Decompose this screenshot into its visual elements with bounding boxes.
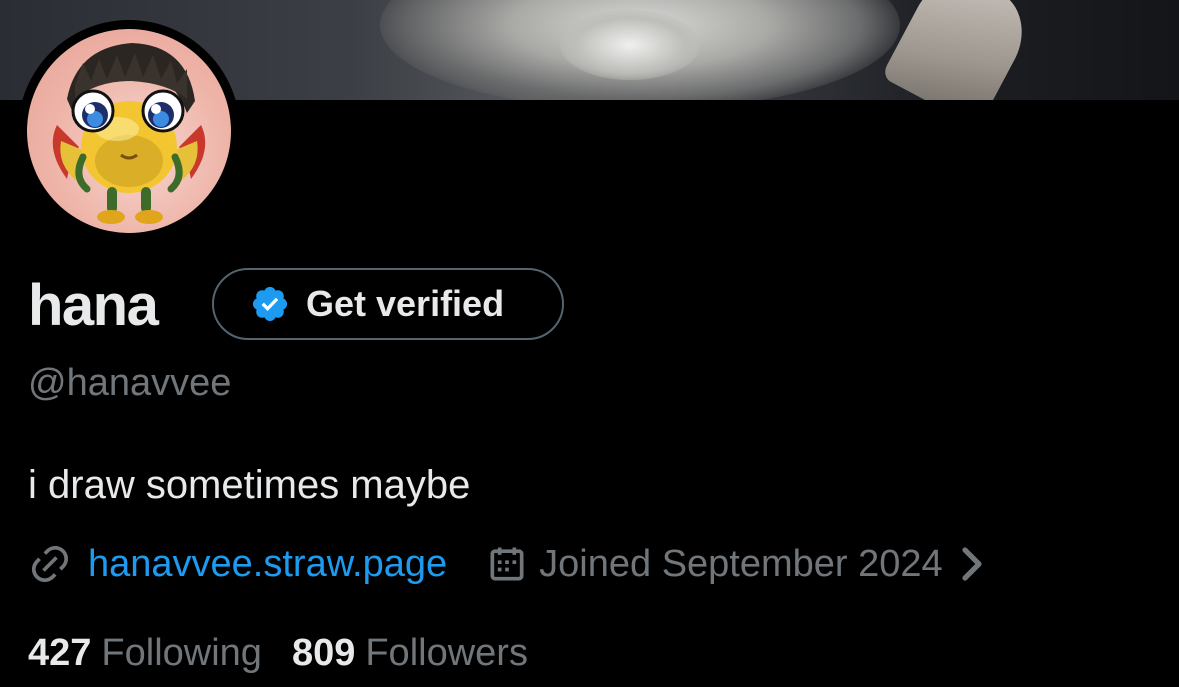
joined-date: Joined September 2024 xyxy=(539,542,943,585)
calendar-icon xyxy=(490,547,524,581)
banner-image-arm xyxy=(880,0,1040,100)
profile-meta: hanavvee.straw.page Joined September 202… xyxy=(28,539,985,589)
display-name: hana xyxy=(28,273,159,338)
link-icon xyxy=(31,545,69,583)
get-verified-button[interactable]: Get verified xyxy=(212,268,564,340)
follow-stats: 427 Following 809 Followers xyxy=(28,628,528,678)
followers-stat[interactable]: 809 Followers xyxy=(292,632,528,675)
following-count: 427 xyxy=(28,631,92,674)
user-handle: @hanavvee xyxy=(28,362,232,404)
banner-image-fur-highlight xyxy=(560,10,700,80)
followers-count: 809 xyxy=(291,631,356,674)
website-link[interactable]: hanavvee.straw.page xyxy=(88,543,447,586)
get-verified-label: Get verified xyxy=(306,283,505,324)
avatar[interactable] xyxy=(27,29,231,233)
profile-bio: i draw sometimes maybe xyxy=(28,463,471,507)
avatar-illustration xyxy=(52,43,206,224)
following-label: Following xyxy=(101,631,262,674)
followers-label: Followers xyxy=(365,631,528,674)
chevron-right-icon[interactable] xyxy=(959,544,985,584)
verified-badge-icon xyxy=(252,286,288,322)
following-stat[interactable]: 427 Following xyxy=(28,632,262,675)
